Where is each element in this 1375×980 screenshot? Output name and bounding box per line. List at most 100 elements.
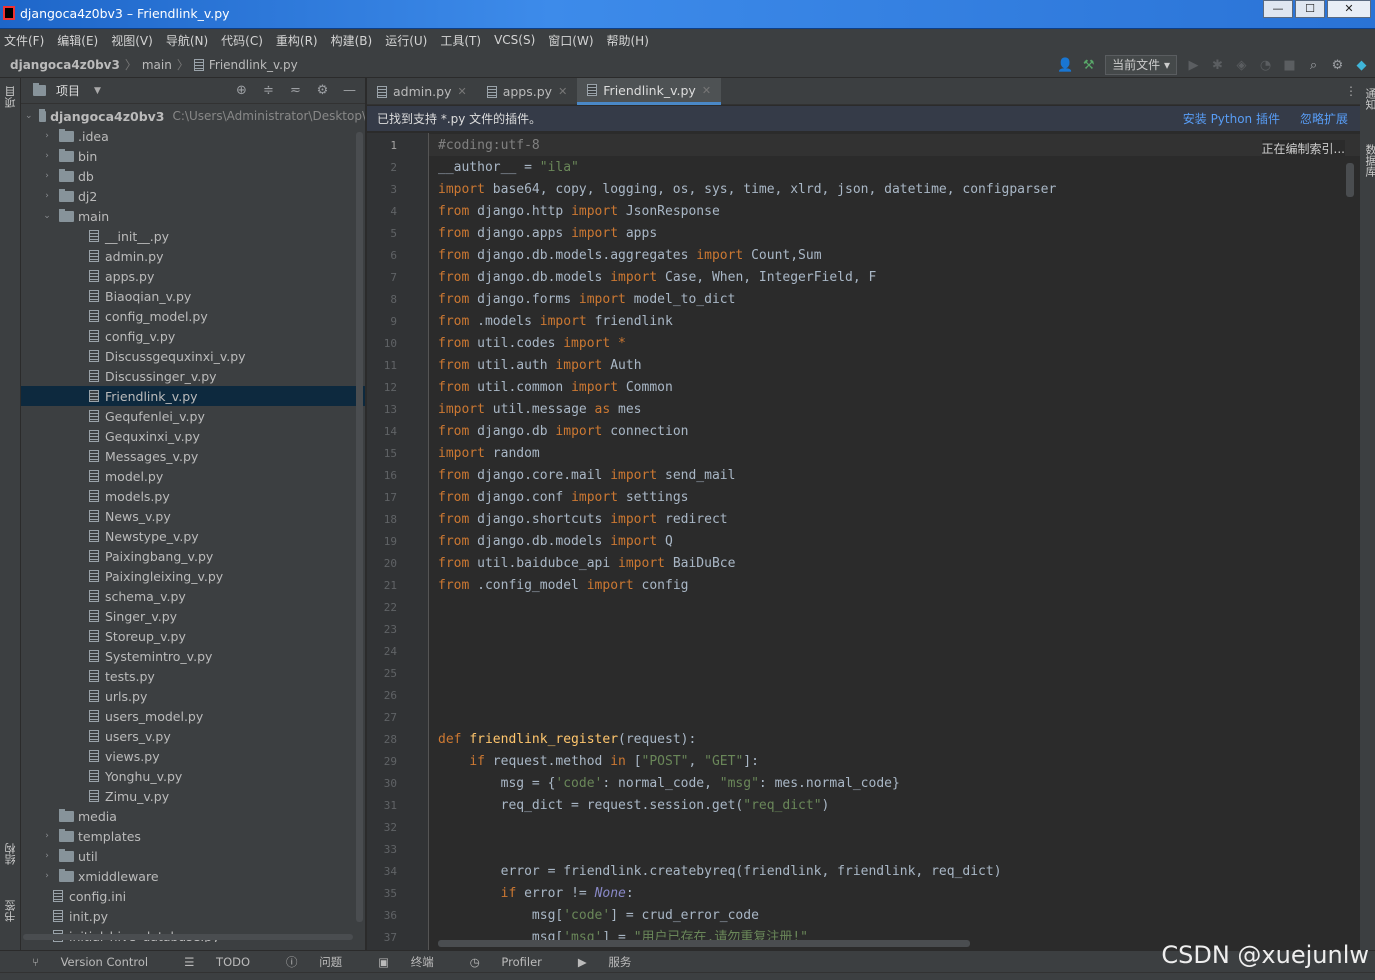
gear-icon[interactable]: ⚙: [315, 83, 330, 98]
tabs-more-icon[interactable]: ⋮: [1345, 84, 1357, 98]
bottom-tool-1[interactable]: ☰ TODO: [184, 955, 268, 969]
breadcrumb-folder[interactable]: main: [142, 58, 172, 72]
maximize-button[interactable]: ☐: [1295, 0, 1325, 18]
minimize-button[interactable]: —: [1263, 0, 1293, 18]
tool-tab-bookmarks[interactable]: 书签: [3, 900, 19, 922]
tree-file[interactable]: apps.py: [21, 266, 365, 286]
project-panel-title[interactable]: 项目: [56, 82, 80, 99]
tree-folder[interactable]: › templates: [21, 826, 365, 846]
install-plugin-link[interactable]: 安装 Python 插件: [1183, 110, 1280, 127]
debug-icon[interactable]: ✱: [1210, 58, 1225, 73]
tree-file[interactable]: Friendlink_v.py: [21, 386, 365, 406]
tree-folder[interactable]: media: [21, 806, 365, 826]
editor-tab[interactable]: admin.py ✕: [367, 78, 477, 105]
tree-folder[interactable]: › db: [21, 166, 365, 186]
menu-item[interactable]: 重构(R): [276, 32, 318, 49]
hide-panel-icon[interactable]: —: [342, 83, 357, 98]
code-editor[interactable]: 1 2 3 4 5 6 7 8 9 10 11 12 13 14 15 16 17 18 19 20 21 22 23 24 2…: [367, 133, 1360, 950]
tree-file[interactable]: config.ini: [21, 886, 365, 906]
tree-file[interactable]: admin.py: [21, 246, 365, 266]
tree-file[interactable]: views.py: [21, 746, 365, 766]
tree-file[interactable]: Biaoqian_v.py: [21, 286, 365, 306]
tree-file[interactable]: config_model.py: [21, 306, 365, 326]
editor-tab[interactable]: Friendlink_v.py ✕: [577, 78, 722, 105]
menu-item[interactable]: VCS(S): [494, 33, 535, 47]
tree-file[interactable]: Newstype_v.py: [21, 526, 365, 546]
tree-folder[interactable]: › .idea: [21, 126, 365, 146]
ignore-extension-link[interactable]: 忽略扩展: [1300, 110, 1348, 127]
chevron-down-icon[interactable]: ▼: [94, 86, 101, 96]
run-config-dropdown[interactable]: 当前文件 ▾: [1105, 55, 1177, 75]
project-scrollbar[interactable]: [356, 132, 363, 922]
chevron-right-icon[interactable]: ›: [41, 151, 53, 161]
user-icon[interactable]: 👤: [1057, 58, 1073, 73]
menu-item[interactable]: 编辑(E): [57, 32, 98, 49]
tree-file[interactable]: __init__.py: [21, 226, 365, 246]
collapse-all-icon[interactable]: ≂: [288, 83, 303, 98]
tree-file[interactable]: Gequxinxi_v.py: [21, 426, 365, 446]
coverage-icon[interactable]: ◈: [1234, 58, 1249, 73]
chevron-right-icon[interactable]: ›: [41, 871, 53, 881]
project-hscrollbar[interactable]: [23, 934, 353, 940]
tree-file[interactable]: tests.py: [21, 666, 365, 686]
tree-file[interactable]: Gequfenlei_v.py: [21, 406, 365, 426]
close-button[interactable]: ✕: [1327, 0, 1371, 18]
tree-file[interactable]: users_model.py: [21, 706, 365, 726]
tool-tab-notifications[interactable]: 通知: [1362, 88, 1375, 110]
tree-folder[interactable]: › xmiddleware: [21, 866, 365, 886]
stop-icon[interactable]: ■: [1282, 58, 1297, 73]
tree-file[interactable]: Messages_v.py: [21, 446, 365, 466]
menu-item[interactable]: 帮助(H): [607, 32, 649, 49]
tree-file[interactable]: Systemintro_v.py: [21, 646, 365, 666]
chevron-down-icon[interactable]: ⌄: [25, 111, 33, 121]
tree-file[interactable]: Zimu_v.py: [21, 786, 365, 806]
tree-folder[interactable]: ⌄ main: [21, 206, 365, 226]
bottom-tool-5[interactable]: ▶ 服务: [578, 954, 650, 970]
tree-file[interactable]: users_v.py: [21, 726, 365, 746]
run-icon[interactable]: ▶: [1186, 58, 1201, 73]
chevron-right-icon[interactable]: ›: [41, 831, 53, 841]
tree-file[interactable]: model.py: [21, 466, 365, 486]
tree-file[interactable]: urls.py: [21, 686, 365, 706]
tree-file[interactable]: Discussinger_v.py: [21, 366, 365, 386]
tool-tab-database[interactable]: 数据库: [1362, 144, 1375, 177]
menu-item[interactable]: 导航(N): [166, 32, 208, 49]
breadcrumb-file[interactable]: Friendlink_v.py: [209, 58, 298, 72]
menu-item[interactable]: 代码(C): [221, 32, 263, 49]
tree-file[interactable]: News_v.py: [21, 506, 365, 526]
close-icon[interactable]: ✕: [702, 84, 711, 97]
gear-icon[interactable]: ⚙: [1330, 58, 1345, 73]
menu-item[interactable]: 工具(T): [440, 32, 481, 49]
tree-file[interactable]: Yonghu_v.py: [21, 766, 365, 786]
tree-file[interactable]: Singer_v.py: [21, 606, 365, 626]
bottom-tool-0[interactable]: ⑂ Version Control: [32, 955, 166, 969]
chevron-right-icon[interactable]: ›: [41, 131, 53, 141]
close-icon[interactable]: ✕: [558, 85, 567, 98]
menu-item[interactable]: 文件(F): [4, 32, 44, 49]
locate-file-icon[interactable]: ⊕: [234, 83, 249, 98]
tool-tab-structure[interactable]: 结构: [3, 843, 19, 865]
menu-item[interactable]: 窗口(W): [548, 32, 593, 49]
tool-tab-project[interactable]: 项目: [3, 86, 19, 108]
chevron-right-icon[interactable]: ›: [41, 851, 53, 861]
editor-hscrollbar[interactable]: [438, 940, 970, 947]
tree-file[interactable]: init.py: [21, 906, 365, 926]
bottom-tool-2[interactable]: ⓘ 问题: [286, 954, 360, 970]
tree-file[interactable]: Discussgequxinxi_v.py: [21, 346, 365, 366]
breadcrumb-project[interactable]: djangoca4z0bv3: [10, 58, 120, 72]
bottom-tool-4[interactable]: ◷ Profiler: [470, 955, 560, 969]
plugin-logo-icon[interactable]: ◆: [1354, 58, 1369, 73]
profile-icon[interactable]: ◔: [1258, 58, 1273, 73]
build-hammer-icon[interactable]: ⚒: [1081, 58, 1096, 73]
tree-root[interactable]: ⌄ djangoca4z0bv3 C:\Users\Administrator\…: [21, 106, 365, 126]
tree-file[interactable]: Paixingbang_v.py: [21, 546, 365, 566]
tree-folder[interactable]: › util: [21, 846, 365, 866]
chevron-right-icon[interactable]: ›: [41, 171, 53, 181]
tree-file[interactable]: config_v.py: [21, 326, 365, 346]
tree-file[interactable]: schema_v.py: [21, 586, 365, 606]
tree-file[interactable]: models.py: [21, 486, 365, 506]
expand-all-icon[interactable]: ≑: [261, 83, 276, 98]
code-area[interactable]: #coding:utf-8 __author__ = "ila" import ba…: [438, 133, 1360, 950]
search-icon[interactable]: ⌕: [1306, 58, 1321, 73]
menu-item[interactable]: 构建(B): [331, 32, 373, 49]
